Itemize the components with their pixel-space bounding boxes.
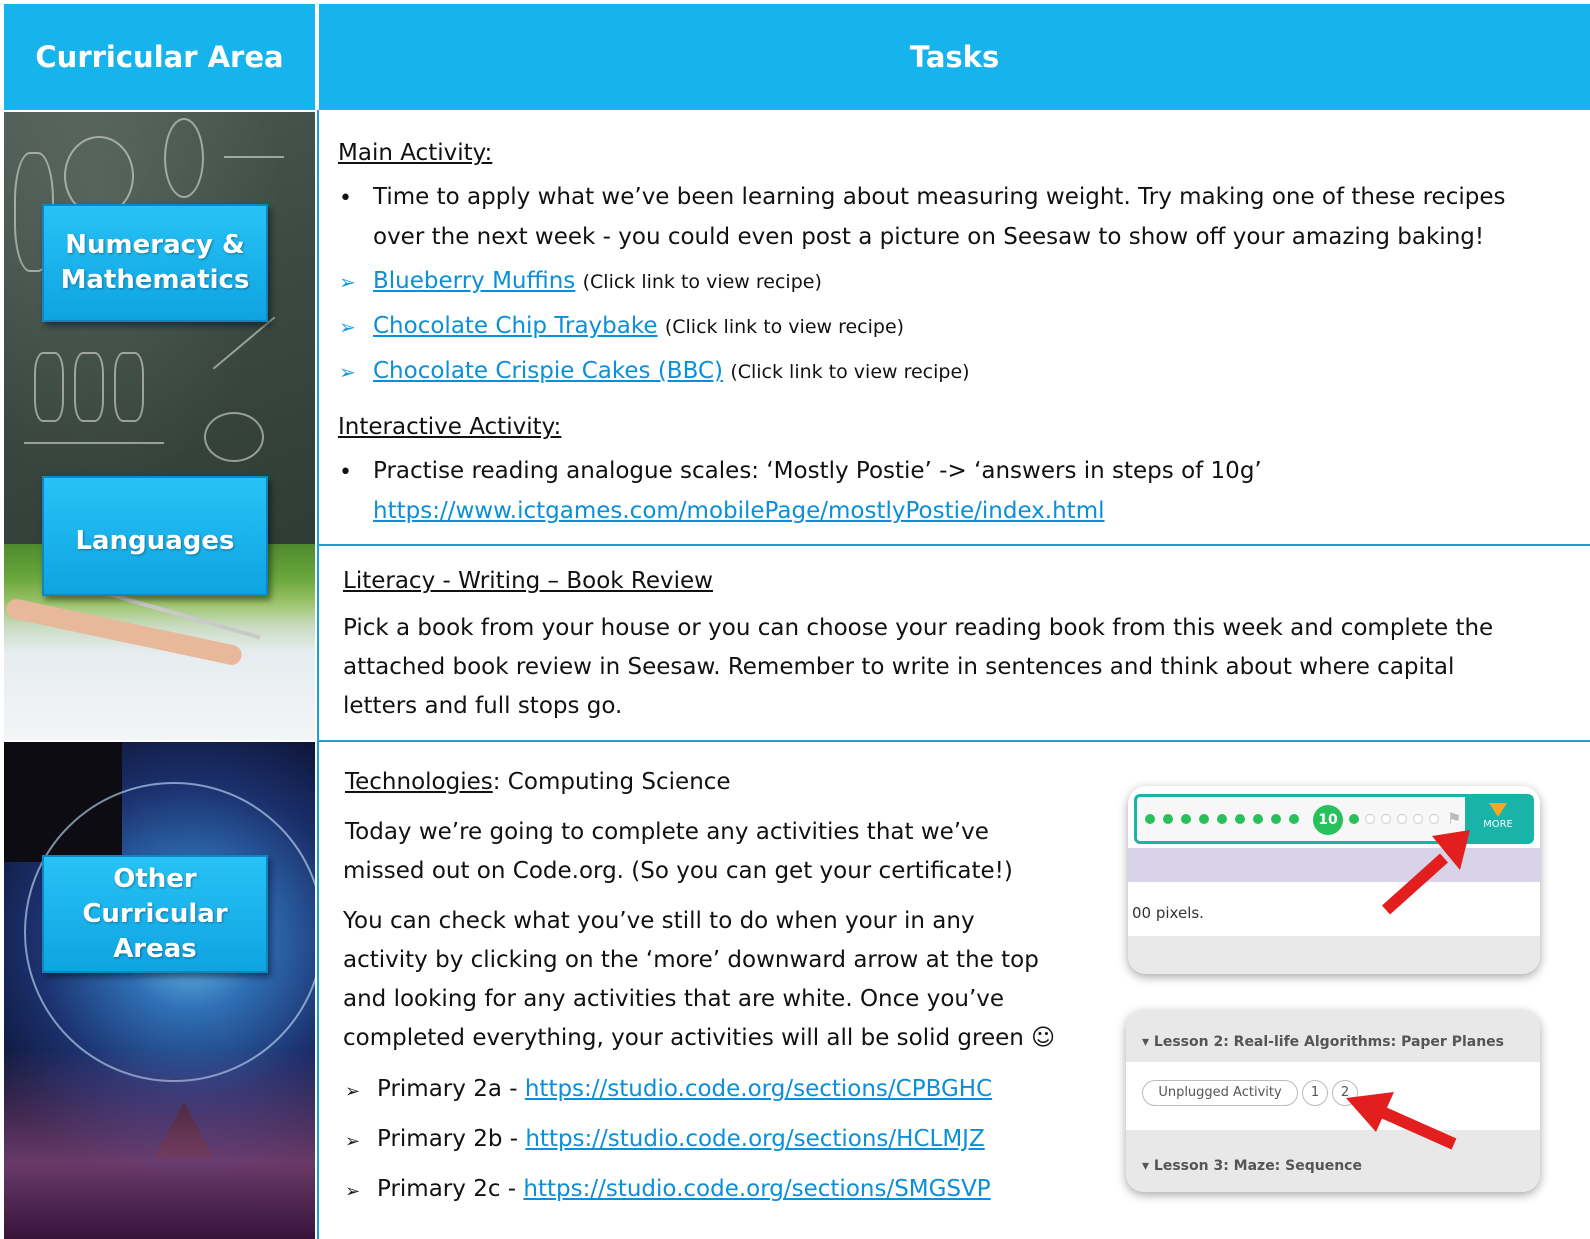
- recipe-link-chocolate-crispie-cakes[interactable]: Chocolate Crispie Cakes (BBC): [373, 358, 723, 384]
- technologies-label: Technologies: [345, 769, 493, 795]
- lesson-2-title: Lesson 2: Real-life Algorithms: Paper Pl…: [1153, 1034, 1505, 1050]
- computing-science-label: : Computing Science: [492, 769, 731, 795]
- recipe-note: (Click link to view recipe): [582, 271, 822, 293]
- progress-dot-complete: [1271, 814, 1281, 824]
- technologies-heading: Technologies: Computing Science: [345, 763, 731, 802]
- recipe-link-blueberry-muffins[interactable]: Blueberry Muffins: [373, 268, 575, 294]
- arrow-bullet-icon: ➢: [345, 1181, 361, 1202]
- class-link-2b[interactable]: https://studio.code.org/sections/HCLMJZ: [525, 1126, 984, 1152]
- other-areas-badge: Other Curricular Areas: [42, 855, 268, 973]
- literacy-text-3: letters and full stops go.: [343, 693, 623, 719]
- progress-dot-incomplete: [1397, 814, 1407, 824]
- unplugged-activity-pill: Unplugged Activity: [1142, 1080, 1298, 1106]
- red-arrow-more-icon: [1381, 830, 1470, 915]
- class-link-2c[interactable]: https://studio.code.org/sections/SMGSVP: [523, 1176, 990, 1202]
- other-text-1: Today we’re going to complete any activi…: [345, 819, 989, 845]
- red-arrow-level-icon: [1346, 1092, 1457, 1150]
- bullet-dot: •: [339, 460, 352, 485]
- class-label: Primary 2c -: [377, 1176, 524, 1202]
- recipe-item-2: Chocolate Chip Traybake (Click link to v…: [373, 307, 904, 347]
- progress-dot-complete: [1145, 814, 1155, 824]
- arrow-bullet-icon: ➢: [345, 1081, 361, 1102]
- header-tasks: Tasks: [319, 4, 1590, 110]
- class-label: Primary 2a -: [377, 1076, 525, 1102]
- lesson-3-title: Lesson 3: Maze: Sequence: [1153, 1158, 1362, 1174]
- other-text-5: and looking for any activities that are …: [343, 986, 1005, 1012]
- column-divider-line: [317, 110, 319, 1239]
- arrow-bullet-icon: ➢: [339, 270, 356, 294]
- progress-dot-complete: [1181, 814, 1191, 824]
- main-activity-heading: Main Activity:: [338, 140, 493, 166]
- progress-dot-incomplete: [1365, 814, 1375, 824]
- main-activity-text-2: over the next week - you could even post…: [373, 224, 1485, 250]
- arrow-bullet-icon: ➢: [345, 1131, 361, 1152]
- class-item-2c: Primary 2c - https://studio.code.org/sec…: [377, 1170, 991, 1209]
- level-1-pill: 1: [1302, 1080, 1328, 1106]
- progress-dot-complete: [1199, 814, 1209, 824]
- recipe-note: (Click link to view recipe): [664, 316, 905, 338]
- recipe-note: (Click link to view recipe): [730, 361, 970, 383]
- literacy-text-2: attached book review in Seesaw. Remember…: [343, 654, 1455, 680]
- row-divider-2: [317, 740, 1590, 742]
- grey-band: [1128, 936, 1540, 974]
- other-text-3: You can check what you’ve still to do wh…: [343, 908, 975, 934]
- recipe-item-3: Chocolate Crispie Cakes (BBC) (Click lin…: [373, 352, 970, 392]
- header-curricular-area: Curricular Area: [4, 4, 315, 110]
- other-text-4: activity by clicking on the ‘more’ downw…: [343, 947, 1039, 973]
- other-text-6: completed everything, your activities wi…: [343, 1025, 1056, 1051]
- main-activity-text-1: Time to apply what we’ve been learning a…: [373, 184, 1506, 210]
- class-item-2a: Primary 2a - https://studio.code.org/sec…: [377, 1070, 992, 1109]
- progress-dot-incomplete: [1429, 814, 1439, 824]
- other-areas-image-panel: [4, 742, 315, 1239]
- other-text-2: missed out on Code.org. (So you can get …: [343, 858, 1013, 884]
- lesson-3-label: ▾ Lesson 3: Maze: Sequence: [1142, 1158, 1362, 1174]
- progress-dot-complete: [1163, 814, 1173, 824]
- languages-badge: Languages: [42, 476, 268, 596]
- row-divider-1: [317, 544, 1590, 546]
- pixels-text: 00 pixels.: [1132, 904, 1204, 922]
- current-level-bubble: 10: [1313, 805, 1343, 835]
- mostly-postie-link[interactable]: https://www.ictgames.com/mobilePage/most…: [373, 492, 1105, 531]
- arrow-bullet-icon: ➢: [339, 360, 356, 384]
- more-label: MORE: [1483, 819, 1513, 830]
- bullet-dot: •: [339, 186, 352, 211]
- literacy-heading: Literacy - Writing – Book Review: [343, 568, 713, 594]
- lesson-2-label: ▾ Lesson 2: Real-life Algorithms: Paper …: [1142, 1034, 1505, 1050]
- progress-dot-complete: [1289, 814, 1299, 824]
- numeracy-badge: Numeracy & Mathematics: [42, 204, 268, 322]
- progress-dot-complete: [1217, 814, 1227, 824]
- progress-dot-incomplete: [1413, 814, 1423, 824]
- recipe-link-chocolate-chip-traybake[interactable]: Chocolate Chip Traybake: [373, 313, 658, 339]
- class-link-2a[interactable]: https://studio.code.org/sections/CPBGHC: [525, 1076, 992, 1102]
- progress-dot-complete: [1235, 814, 1245, 824]
- progress-dot-complete: [1253, 814, 1263, 824]
- progress-dot-incomplete: [1381, 814, 1391, 824]
- interactive-activity-heading: Interactive Activity:: [338, 414, 562, 440]
- class-label: Primary 2b -: [377, 1126, 526, 1152]
- code-org-lessons-screenshot: ▾ Lesson 2: Real-life Algorithms: Paper …: [1126, 1010, 1540, 1192]
- interactive-activity-text: Practise reading analogue scales: ‘Mostl…: [373, 458, 1262, 484]
- recipe-item-1: Blueberry Muffins (Click link to view re…: [373, 262, 822, 302]
- class-item-2b: Primary 2b - https://studio.code.org/sec…: [377, 1120, 985, 1159]
- progress-dot-complete: [1349, 814, 1359, 824]
- more-down-arrow-icon: [1489, 803, 1507, 817]
- literacy-text-1: Pick a book from your house or you can c…: [343, 615, 1494, 641]
- lesson-plan-table: Curricular Area Tasks Numeracy & Mathema…: [0, 0, 1590, 1239]
- arrow-bullet-icon: ➢: [339, 315, 356, 339]
